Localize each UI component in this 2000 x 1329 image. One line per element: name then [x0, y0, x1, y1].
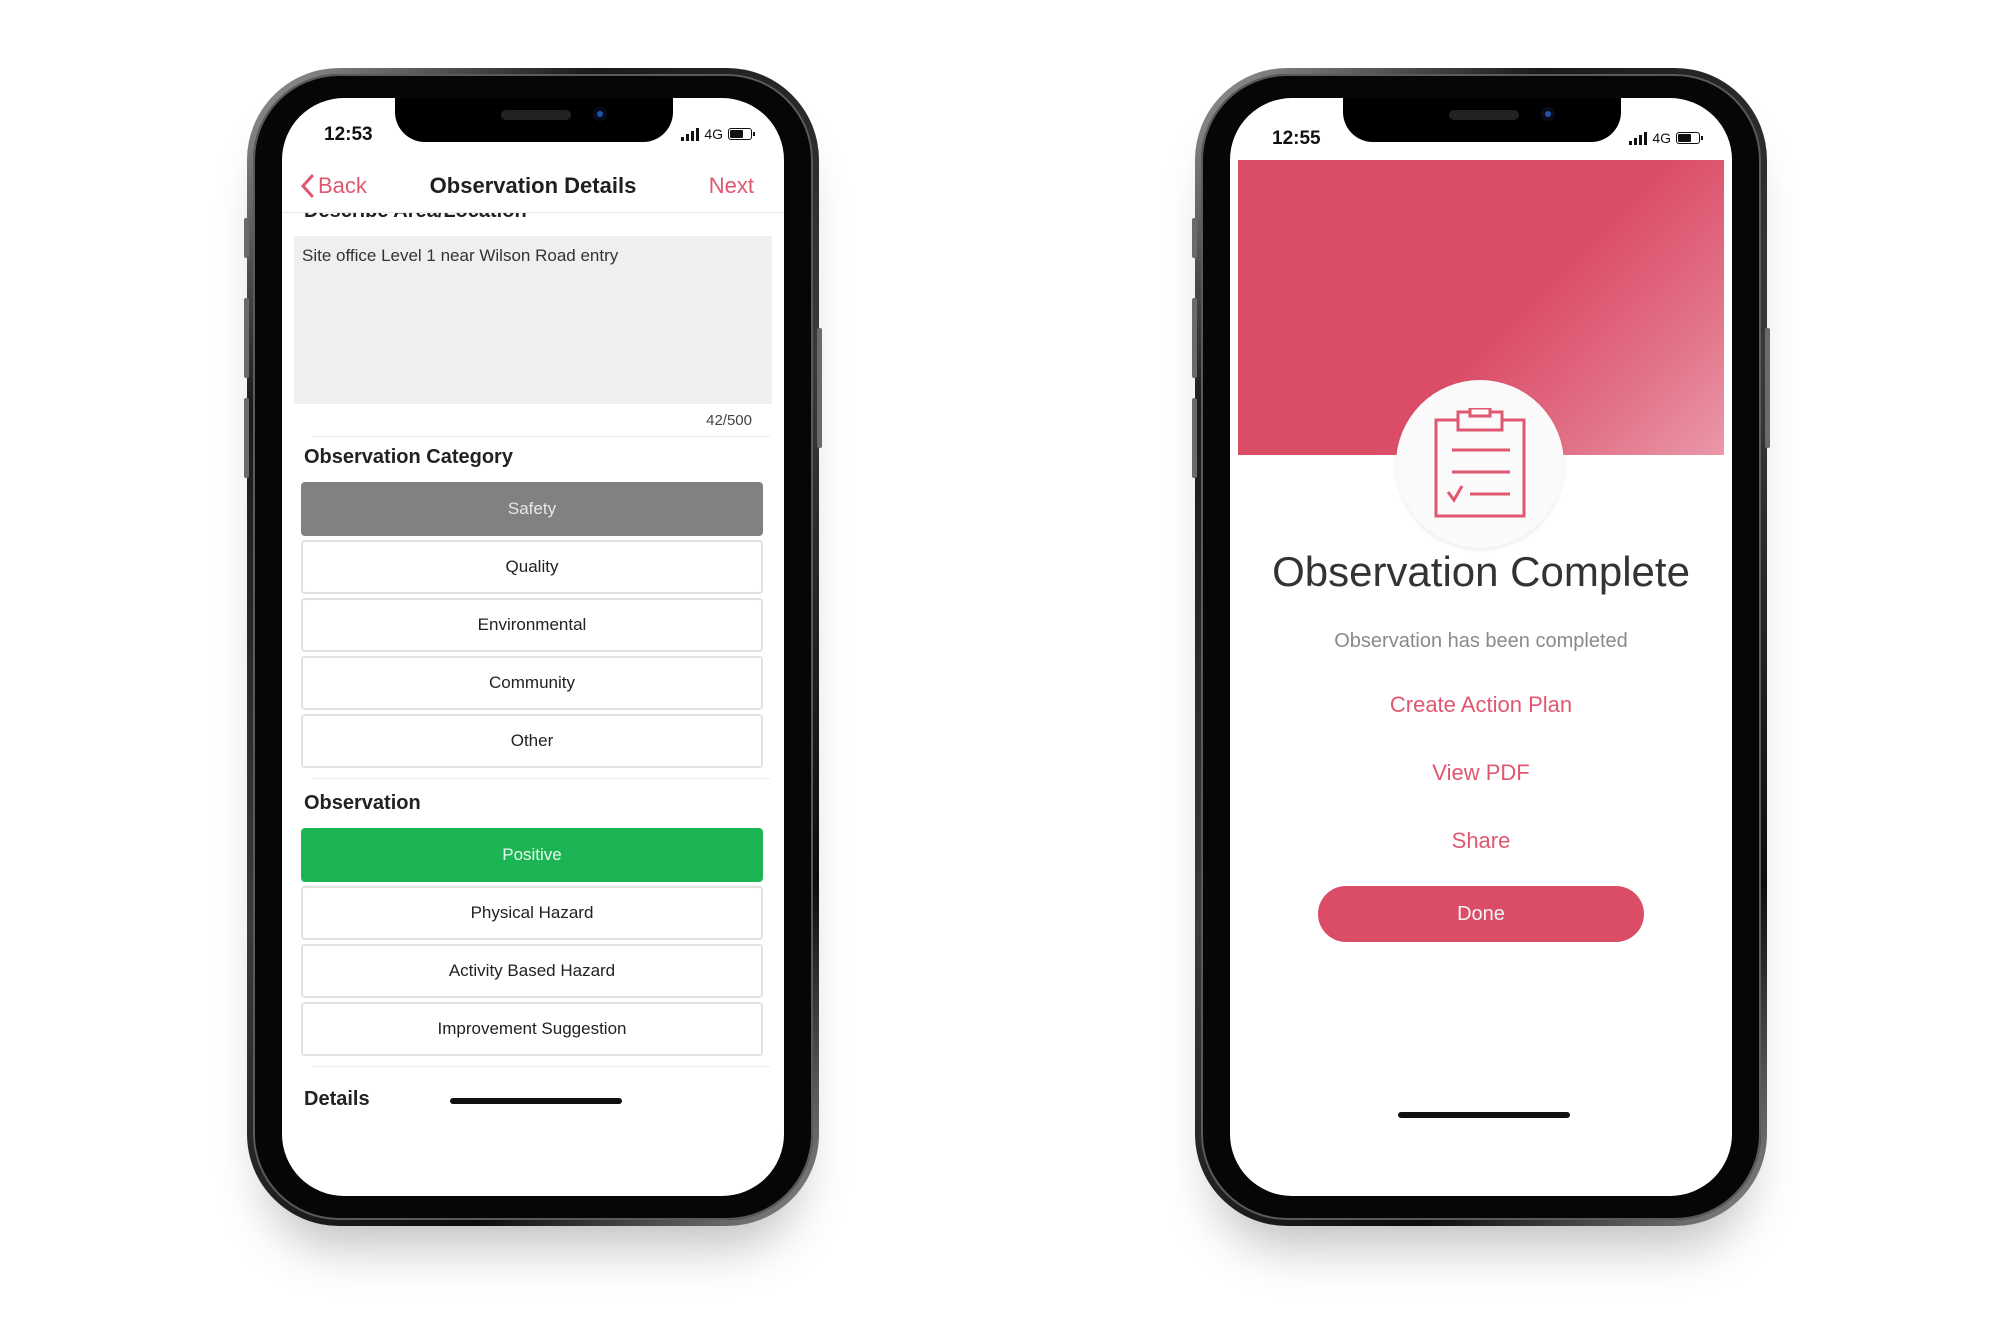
mute-switch	[244, 218, 249, 258]
phone-frame-right: 12:55 4G Observation Complete Observatio…	[1192, 68, 1770, 1226]
observation-option-positive[interactable]: Positive	[301, 828, 763, 882]
create-action-plan-link[interactable]: Create Action Plan	[1230, 692, 1732, 718]
icon-badge	[1396, 380, 1564, 548]
mute-switch	[1192, 218, 1197, 258]
details-label: Details	[304, 1088, 370, 1110]
completion-title: Observation Complete	[1272, 548, 1690, 595]
volume-down-button	[1192, 398, 1197, 478]
signal-icon	[681, 127, 700, 141]
speaker	[1449, 110, 1519, 120]
volume-up-button	[244, 298, 249, 378]
completion-subtitle: Observation has been completed	[1334, 630, 1628, 652]
front-camera	[593, 107, 607, 121]
home-indicator[interactable]	[450, 1098, 622, 1104]
status-icons: 4G	[1629, 128, 1703, 148]
category-option-environmental[interactable]: Environmental	[301, 598, 763, 652]
status-icons: 4G	[681, 124, 755, 144]
nav-bar: Back Observation Details Next	[282, 160, 784, 213]
volume-down-button	[244, 398, 249, 478]
signal-icon	[1629, 131, 1648, 145]
home-indicator[interactable]	[1398, 1112, 1570, 1118]
observation-option-physical-hazard[interactable]: Physical Hazard	[301, 886, 763, 940]
share-link[interactable]: Share	[1230, 828, 1732, 854]
power-button	[817, 328, 822, 448]
network-label: 4G	[1652, 130, 1671, 146]
battery-icon	[1676, 132, 1703, 144]
observation-label: Observation	[304, 792, 421, 814]
power-button	[1765, 328, 1770, 448]
back-button[interactable]: Back	[300, 173, 367, 199]
category-option-quality[interactable]: Quality	[301, 540, 763, 594]
category-option-safety[interactable]: Safety	[301, 482, 763, 536]
notch	[1343, 98, 1621, 142]
notch	[395, 98, 673, 142]
character-counter: 42/500	[706, 412, 752, 429]
view-pdf-link[interactable]: View PDF	[1230, 760, 1732, 786]
divider	[312, 778, 770, 779]
location-textarea[interactable]: Site office Level 1 near Wilson Road ent…	[294, 236, 772, 404]
front-camera	[1541, 107, 1555, 121]
category-label: Observation Category	[304, 446, 513, 468]
volume-up-button	[1192, 298, 1197, 378]
done-button[interactable]: Done	[1318, 886, 1644, 942]
divider	[312, 1066, 770, 1067]
speaker	[501, 110, 571, 120]
chevron-left-icon	[300, 174, 314, 198]
observation-option-improvement-suggestion[interactable]: Improvement Suggestion	[301, 1002, 763, 1056]
observation-details-screen: 12:53 4G Back Observation Details Next D…	[282, 98, 784, 1196]
status-time: 12:53	[324, 124, 373, 145]
observation-complete-screen: 12:55 4G Observation Complete Observatio…	[1230, 98, 1732, 1196]
battery-icon	[728, 128, 755, 140]
category-option-community[interactable]: Community	[301, 656, 763, 710]
next-button[interactable]: Next	[709, 173, 754, 199]
clipboard-check-icon	[1434, 408, 1526, 518]
category-option-other[interactable]: Other	[301, 714, 763, 768]
observation-option-activity-based-hazard[interactable]: Activity Based Hazard	[301, 944, 763, 998]
phone-frame-left: 12:53 4G Back Observation Details Next D…	[244, 68, 822, 1226]
divider	[312, 436, 770, 437]
network-label: 4G	[704, 126, 723, 142]
back-label: Back	[318, 173, 367, 198]
status-time: 12:55	[1272, 128, 1321, 149]
